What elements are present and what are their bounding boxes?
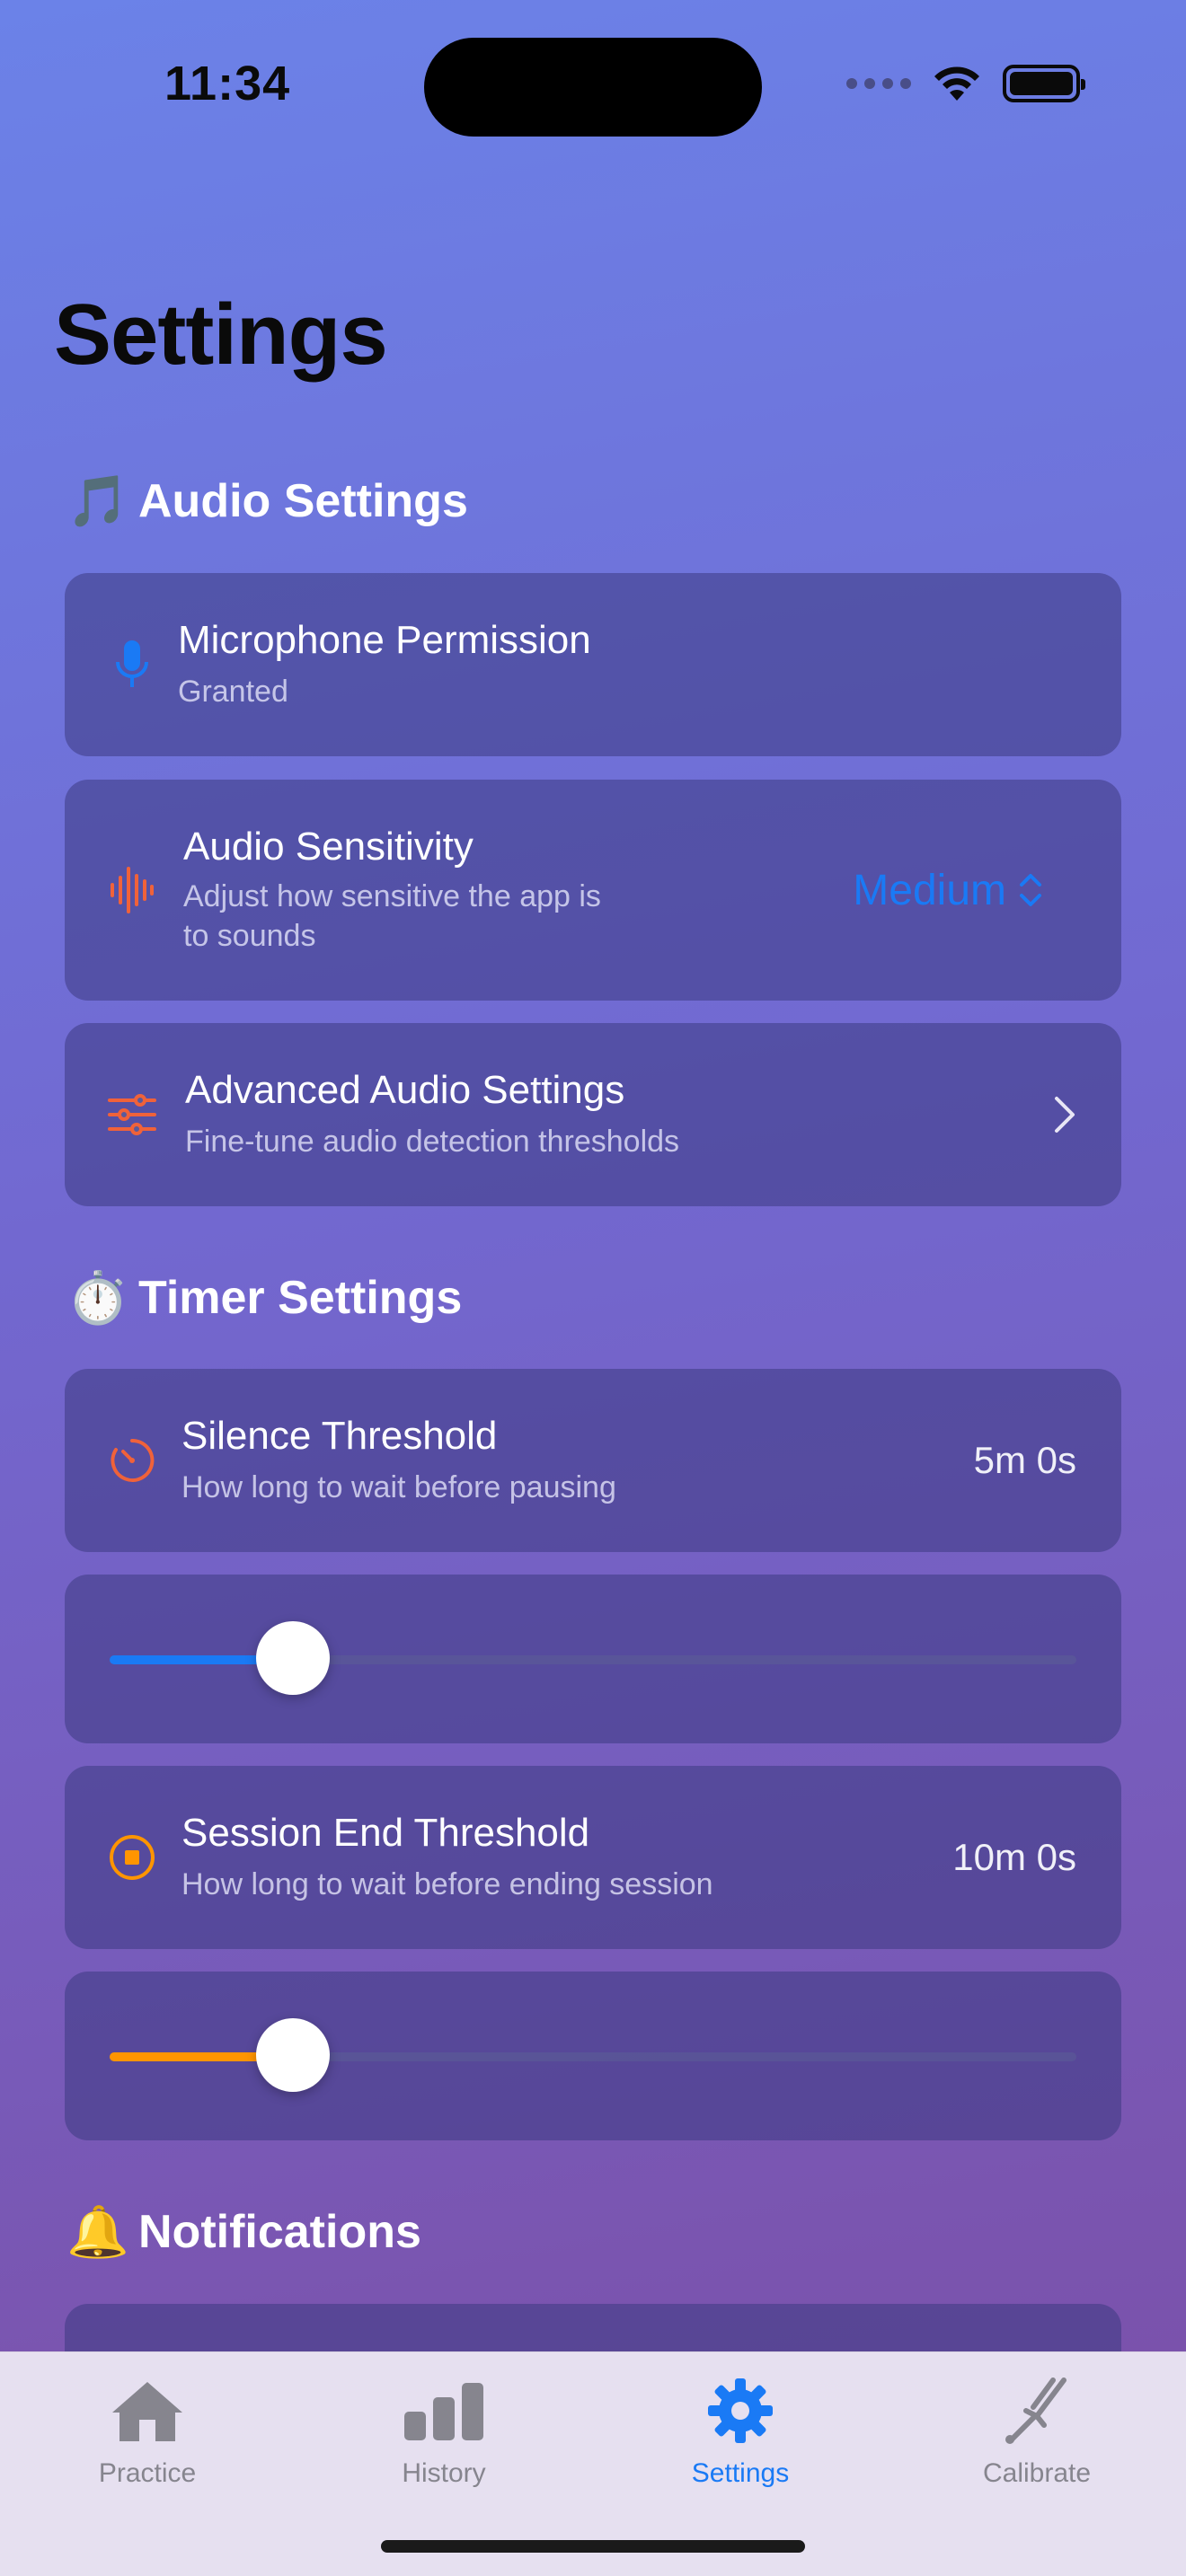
audio-sensitivity-subtitle-line2: to sounds — [183, 919, 316, 954]
session-end-slider-card — [65, 1972, 1121, 2140]
status-bar: 11:34 — [0, 0, 1186, 171]
cellular-signal-icon — [846, 78, 911, 89]
silence-slider-thumb[interactable] — [256, 1621, 331, 1695]
audio-sensitivity-subtitle-line1: Adjust how sensitive the app is — [183, 879, 601, 914]
bell-icon: 🔔 — [66, 2203, 129, 2260]
status-icons — [846, 65, 1085, 102]
microphone-permission-row[interactable]: Microphone Permission Granted — [65, 573, 1121, 756]
page-title: Settings — [54, 287, 388, 383]
status-time: 11:34 — [164, 57, 291, 110]
sliders-icon — [108, 1090, 156, 1139]
audio-section-header: 🎵 Audio Settings — [66, 472, 468, 531]
tuning-fork-icon — [1001, 2370, 1073, 2451]
silence-threshold-title: Silence Threshold — [181, 1413, 498, 1458]
tab-history[interactable]: History — [345, 2370, 543, 2489]
audio-section-title: Audio Settings — [138, 475, 468, 527]
chevron-up-down-icon — [1020, 874, 1041, 906]
battery-icon — [1003, 65, 1085, 102]
tab-settings-label: Settings — [691, 2458, 790, 2488]
tab-calibrate[interactable]: Calibrate — [938, 2370, 1136, 2489]
music-note-icon: 🎵 — [66, 472, 129, 529]
tab-history-label: History — [402, 2458, 486, 2488]
session-end-threshold-slider[interactable] — [110, 2018, 1076, 2092]
timer-section-header: ⏱️ Timer Settings — [66, 1268, 462, 1328]
home-indicator — [381, 2540, 805, 2553]
stopwatch-icon: ⏱️ — [66, 1269, 129, 1326]
wifi-icon — [934, 66, 979, 101]
tab-calibrate-label: Calibrate — [982, 2458, 1092, 2488]
tab-practice-label: Practice — [98, 2458, 197, 2488]
silence-threshold-row: Silence Threshold How long to wait befor… — [65, 1369, 1121, 1552]
notifications-section-title: Notifications — [138, 2206, 421, 2258]
silence-threshold-slider[interactable] — [110, 1621, 1076, 1695]
timer-icon — [108, 1436, 156, 1485]
timer-section-title: Timer Settings — [138, 1272, 463, 1324]
session-end-threshold-title: Session End Threshold — [181, 1810, 590, 1855]
tab-practice[interactable]: Practice — [49, 2370, 246, 2489]
session-end-threshold-value: 10m 0s — [952, 1836, 1076, 1878]
stop-circle-icon — [108, 1833, 156, 1882]
bar-chart-icon — [403, 2370, 485, 2451]
gear-icon — [706, 2370, 774, 2451]
tab-settings[interactable]: Settings — [642, 2370, 839, 2489]
microphone-permission-status: Granted — [178, 675, 288, 710]
mic-icon — [108, 640, 156, 689]
sensitivity-picker[interactable]: Medium — [853, 866, 1044, 915]
waveform-icon — [108, 866, 156, 914]
silence-threshold-value: 5m 0s — [973, 1439, 1076, 1481]
dynamic-island — [424, 38, 762, 137]
audio-sensitivity-row: Audio Sensitivity Adjust how sensitive t… — [65, 780, 1121, 1001]
advanced-audio-settings-subtitle: Fine-tune audio detection thresholds — [185, 1125, 680, 1160]
session-end-threshold-row: Session End Threshold How long to wait b… — [65, 1766, 1121, 1949]
advanced-audio-settings-title: Advanced Audio Settings — [185, 1067, 625, 1112]
audio-sensitivity-title: Audio Sensitivity — [183, 824, 474, 869]
silence-threshold-slider-card — [65, 1575, 1121, 1743]
silence-threshold-subtitle: How long to wait before pausing — [181, 1470, 616, 1505]
house-icon — [109, 2370, 186, 2451]
notifications-section-header: 🔔 Notifications — [66, 2202, 421, 2262]
session-end-threshold-subtitle: How long to wait before ending session — [181, 1867, 713, 1902]
advanced-audio-settings-row[interactable]: Advanced Audio Settings Fine-tune audio … — [65, 1023, 1121, 1206]
session-end-slider-thumb[interactable] — [256, 2018, 331, 2092]
sensitivity-picker-value: Medium — [853, 866, 1006, 914]
microphone-permission-title: Microphone Permission — [178, 617, 591, 662]
chevron-right-icon — [1055, 1097, 1075, 1133]
